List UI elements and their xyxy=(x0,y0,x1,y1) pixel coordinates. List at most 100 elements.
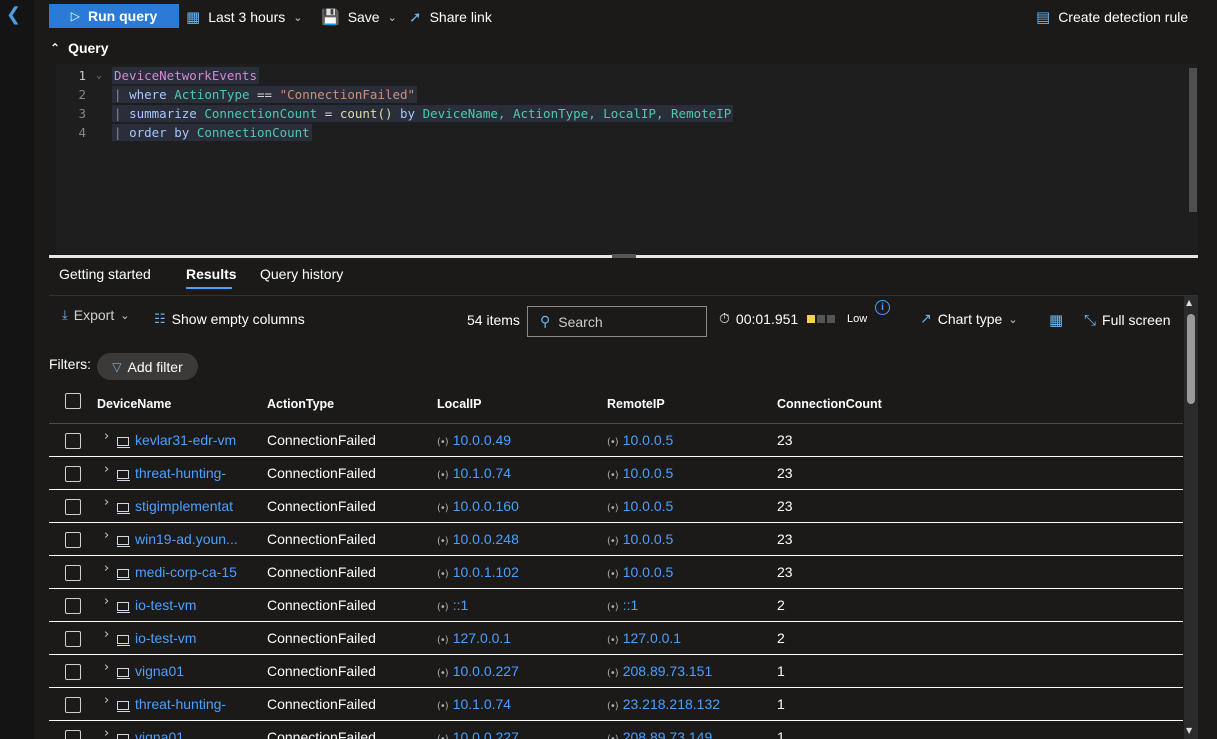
column-header-connectioncount[interactable]: ConnectionCount xyxy=(777,397,882,411)
chevron-right-icon[interactable]: › xyxy=(104,726,109,739)
table-row[interactable]: › vigna01 ConnectionFailed (•)10.0.0.227… xyxy=(49,655,1183,688)
table-row[interactable]: › vigna01 ConnectionFailed (•)10.0.0.227… xyxy=(49,721,1183,739)
table-row[interactable]: › io-test-vm ConnectionFailed (•) 127.0.0… xyxy=(49,622,1183,655)
row-checkbox[interactable] xyxy=(65,433,81,449)
remote-ip-cell[interactable]: (•)208.89.73.149 xyxy=(607,729,712,739)
save-icon: 💾 xyxy=(321,8,340,26)
save-button[interactable]: 💾 Save ⌄ xyxy=(321,7,397,27)
column-header-actiontype[interactable]: ActionType xyxy=(267,397,334,411)
results-scrollbar[interactable]: ▲ ▼ xyxy=(1184,296,1198,739)
network-icon: (•) xyxy=(607,701,619,712)
scrollbar-thumb[interactable] xyxy=(1187,314,1195,404)
query-toolbar: ▷ Run query ▦ Last 3 hours ⌄ 💾 Save ⌄ ➚ … xyxy=(34,0,1217,34)
row-checkbox[interactable] xyxy=(65,730,81,739)
local-ip-cell[interactable]: (•) 10.0.0.248 xyxy=(437,531,519,547)
scroll-up-icon[interactable]: ▲ xyxy=(1186,298,1192,307)
remote-ip-cell[interactable]: (•) 10.0.0.5 xyxy=(607,432,673,448)
chevron-left-icon[interactable]: ❮ xyxy=(6,4,21,25)
chart-type-dropdown[interactable]: ↗ Chart type ⌄ xyxy=(920,311,1018,327)
local-ip-cell[interactable]: (•) 10.1.0.74 xyxy=(437,465,511,481)
remote-ip-cell[interactable]: (•) 10.0.0.5 xyxy=(607,531,673,547)
column-header-localip[interactable]: LocalIP xyxy=(437,397,481,411)
table-row[interactable]: › kevlar31-edr-vm ConnectionFailed (•) 10… xyxy=(49,424,1183,457)
chevron-right-icon[interactable]: › xyxy=(104,528,109,543)
chevron-right-icon[interactable]: › xyxy=(104,495,109,510)
remote-ip-cell[interactable]: (•) 10.0.0.5 xyxy=(607,465,673,481)
tab-results[interactable]: Results xyxy=(186,266,237,282)
row-checkbox[interactable] xyxy=(65,697,81,713)
select-all-checkbox[interactable] xyxy=(65,393,81,409)
table-row[interactable]: › stigimplementat ConnectionFailed (•) 10… xyxy=(49,490,1183,523)
device-name-cell[interactable]: win19-ad.youn... xyxy=(117,531,259,547)
share-link-button[interactable]: ➚ Share link xyxy=(409,7,492,27)
chevron-right-icon[interactable]: › xyxy=(104,462,109,477)
row-checkbox[interactable] xyxy=(65,499,81,515)
network-icon: (•) xyxy=(437,437,449,448)
remote-ip-cell[interactable]: (•) 10.0.0.5 xyxy=(607,564,673,580)
row-checkbox[interactable] xyxy=(65,664,81,680)
device-name-cell[interactable]: vigna01 xyxy=(117,729,259,739)
fold-icon[interactable]: ⌄ xyxy=(96,70,112,81)
local-ip-cell[interactable]: (•) 10.1.0.74 xyxy=(437,696,511,712)
local-ip-cell[interactable]: (•) 10.0.0.160 xyxy=(437,498,519,514)
add-filter-button[interactable]: ▽ Add filter xyxy=(97,353,198,380)
table-row[interactable]: › win19-ad.youn... ConnectionFailed (•) 1… xyxy=(49,523,1183,556)
info-icon[interactable]: i xyxy=(875,300,890,315)
row-checkbox[interactable] xyxy=(65,598,81,614)
customize-columns-button[interactable]: ▦ xyxy=(1049,311,1063,329)
full-screen-button[interactable]: ⤡ Full screen xyxy=(1084,311,1170,329)
row-checkbox[interactable] xyxy=(65,466,81,482)
chevron-right-icon[interactable]: › xyxy=(104,429,109,444)
chevron-right-icon[interactable]: › xyxy=(104,594,109,609)
time-range-dropdown[interactable]: ▦ Last 3 hours ⌄ xyxy=(186,7,302,27)
device-name-cell[interactable]: io-test-vm xyxy=(117,597,259,613)
device-name-cell[interactable]: threat-hunting- xyxy=(117,696,259,712)
remote-ip-cell[interactable]: (•)::1 xyxy=(607,597,638,613)
device-name-cell[interactable]: io-test-vm xyxy=(117,630,259,646)
tab-query-history[interactable]: Query history xyxy=(260,266,343,282)
row-checkbox[interactable] xyxy=(65,631,81,647)
local-ip-cell[interactable]: (•)10.0.0.227 xyxy=(437,729,519,739)
row-checkbox[interactable] xyxy=(65,532,81,548)
chevron-down-icon[interactable]: ⌄ xyxy=(388,11,397,24)
chevron-right-icon[interactable]: › xyxy=(104,627,109,642)
table-row[interactable]: › threat-hunting- ConnectionFailed (•) 10… xyxy=(49,688,1183,721)
remote-ip-cell[interactable]: (•) 23.218.218.132 xyxy=(607,696,720,712)
create-detection-rule-button[interactable]: ▤ Create detection rule xyxy=(1036,7,1188,27)
device-name-cell[interactable]: vigna01 xyxy=(117,663,259,679)
device-name-cell[interactable]: kevlar31-edr-vm xyxy=(117,432,259,448)
chevron-right-icon[interactable]: › xyxy=(104,693,109,708)
chevron-right-icon[interactable]: › xyxy=(104,561,109,576)
query-section-toggle[interactable]: ⌃ Query xyxy=(50,40,109,56)
code-line: 2 | where ActionType == "ConnectionFaile… xyxy=(56,85,816,104)
results-search-input[interactable]: ⚲ Search xyxy=(527,306,707,337)
editor-scrollbar[interactable] xyxy=(1189,68,1197,212)
tab-getting-started[interactable]: Getting started xyxy=(59,266,151,282)
device-name-cell[interactable]: medi-corp-ca-15 xyxy=(117,564,259,580)
chevron-right-icon[interactable]: › xyxy=(104,660,109,675)
run-query-button[interactable]: ▷ Run query xyxy=(49,4,179,28)
remote-ip-cell[interactable]: (•) 208.89.73.151 xyxy=(607,663,712,679)
local-ip-cell[interactable]: (•)::1 xyxy=(437,597,468,613)
main-panel: ▷ Run query ▦ Last 3 hours ⌄ 💾 Save ⌄ ➚ … xyxy=(34,0,1217,739)
export-button[interactable]: ⤓ Export ⌄ xyxy=(62,307,129,323)
column-header-remoteip[interactable]: RemoteIP xyxy=(607,397,665,411)
local-ip-cell[interactable]: (•) 10.0.0.49 xyxy=(437,432,511,448)
remote-ip-cell[interactable]: (•) 10.0.0.5 xyxy=(607,498,673,514)
row-checkbox[interactable] xyxy=(65,565,81,581)
local-ip-cell[interactable]: (•)10.0.0.227 xyxy=(437,663,519,679)
table-row[interactable]: › threat-hunting- ConnectionFailed (•) 10… xyxy=(49,457,1183,490)
show-empty-columns-button[interactable]: ☷ Show empty columns xyxy=(154,311,305,327)
column-header-devicename[interactable]: DeviceName xyxy=(97,397,171,411)
connection-count-cell: 23 xyxy=(777,465,793,481)
remote-ip-cell[interactable]: (•) 127.0.0.1 xyxy=(607,630,681,646)
results-table: DeviceName ActionType LocalIP RemoteIP C… xyxy=(49,386,1183,739)
local-ip-cell[interactable]: (•) 10.0.1.102 xyxy=(437,564,519,580)
local-ip-cell[interactable]: (•) 127.0.0.1 xyxy=(437,630,511,646)
scroll-down-icon[interactable]: ▼ xyxy=(1186,726,1192,735)
device-name-cell[interactable]: stigimplementat xyxy=(117,498,259,514)
query-editor[interactable]: 1 ⌄ DeviceNetworkEvents 2 | where Action… xyxy=(56,64,1198,254)
table-row[interactable]: › io-test-vm ConnectionFailed (•)::1 (•)… xyxy=(49,589,1183,622)
table-row[interactable]: › medi-corp-ca-15 ConnectionFailed (•) 10… xyxy=(49,556,1183,589)
device-name-cell[interactable]: threat-hunting- xyxy=(117,465,259,481)
